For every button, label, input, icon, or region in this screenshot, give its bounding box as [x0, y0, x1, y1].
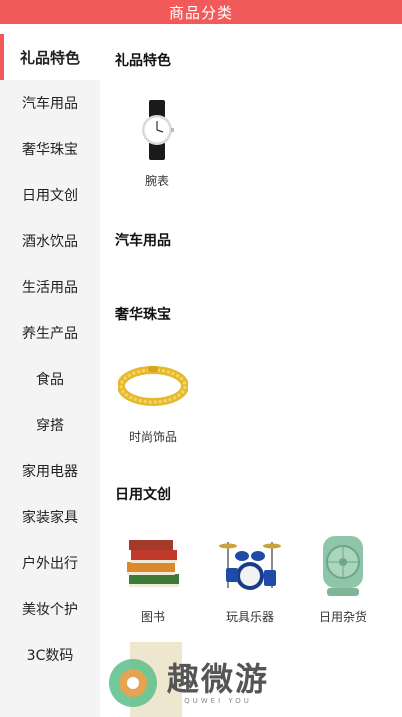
sidebar-item-beauty[interactable]: 美妆个护: [0, 586, 100, 632]
fan-icon: [311, 534, 375, 598]
sidebar-item-label: 礼品特色: [19, 48, 80, 67]
sidebar-item-label: 奢华珠宝: [22, 142, 78, 158]
section-title: 汽车用品: [115, 233, 171, 249]
sidebar-item-label: 酒水饮品: [22, 234, 78, 250]
sidebar-item-label: 穿搭: [36, 418, 64, 434]
sidebar-item-outdoor[interactable]: 户外出行: [0, 540, 100, 586]
sidebar-item-label: 家装家具: [22, 510, 78, 526]
product-name: 腕表: [144, 174, 169, 188]
drum-kit-icon: [218, 534, 282, 598]
sidebar-item-appliances[interactable]: 家用电器: [0, 448, 100, 494]
sidebar-item-furniture[interactable]: 家装家具: [0, 494, 100, 540]
product-name: 时尚饰品: [128, 430, 177, 444]
sidebar-item-label: 家用电器: [22, 464, 78, 480]
brand-logo-icon: [109, 659, 157, 707]
section-title: 日用文创: [115, 487, 171, 503]
watermark-sub: QUWEI YOU: [184, 697, 252, 705]
sidebar-item-health-products[interactable]: 养生产品: [0, 310, 100, 356]
sidebar-item-label: 生活用品: [22, 280, 78, 296]
sidebar-item-label: 养生产品: [22, 326, 78, 342]
product-item[interactable]: 图书: [108, 534, 198, 625]
product-name: 日用杂货: [318, 610, 367, 624]
sidebar-item-label: 3C数码: [26, 648, 74, 664]
section-title: 礼品特色: [115, 53, 171, 69]
watch-icon: [125, 98, 189, 162]
sidebar-item-drinks[interactable]: 酒水饮品: [0, 218, 100, 264]
category-content: 礼品特色 腕表 汽车用品 奢华珠宝 时尚饰品 日用文创 图书 玩具乐器 日用杂货: [100, 34, 402, 717]
sidebar-item-daily-stationery[interactable]: 日用文创: [0, 172, 100, 218]
section-title: 奢华珠宝: [115, 307, 171, 323]
sidebar-item-gift-specials[interactable]: 礼品特色: [0, 34, 100, 80]
product-item[interactable]: 腕表: [112, 98, 202, 189]
sidebar-item-label: 汽车用品: [22, 96, 78, 112]
product-item[interactable]: 日用杂货: [298, 534, 388, 625]
sidebar-item-label: 食品: [36, 372, 64, 388]
sidebar-item-luxury-jewelry[interactable]: 奢华珠宝: [0, 126, 100, 172]
sidebar-item-living-goods[interactable]: 生活用品: [0, 264, 100, 310]
page-header: 商品分类: [0, 0, 402, 24]
page-title: 商品分类: [168, 3, 233, 22]
brand-watermark: 趣微游 QUWEI YOU: [105, 655, 269, 711]
sidebar-item-label: 美妆个护: [22, 602, 78, 618]
product-item[interactable]: 时尚饰品: [108, 354, 198, 445]
bracelet-icon: [118, 354, 188, 418]
product-name: 玩具乐器: [225, 610, 274, 624]
sidebar-item-food[interactable]: 食品: [0, 356, 100, 402]
product-item[interactable]: 玩具乐器: [205, 534, 295, 625]
sidebar-item-digital[interactable]: 3C数码: [0, 632, 100, 678]
category-sidebar: 礼品特色 汽车用品 奢华珠宝 日用文创 酒水饮品 生活用品 养生产品 食品 穿搭…: [0, 34, 100, 717]
sidebar-item-label: 日用文创: [22, 188, 78, 204]
sidebar-item-label: 户外出行: [22, 556, 78, 572]
books-icon: [121, 534, 185, 598]
watermark-brand: 趣微游: [167, 660, 270, 698]
product-name: 图书: [140, 610, 165, 624]
sidebar-item-car-supplies[interactable]: 汽车用品: [0, 80, 100, 126]
sidebar-item-outfits[interactable]: 穿搭: [0, 402, 100, 448]
